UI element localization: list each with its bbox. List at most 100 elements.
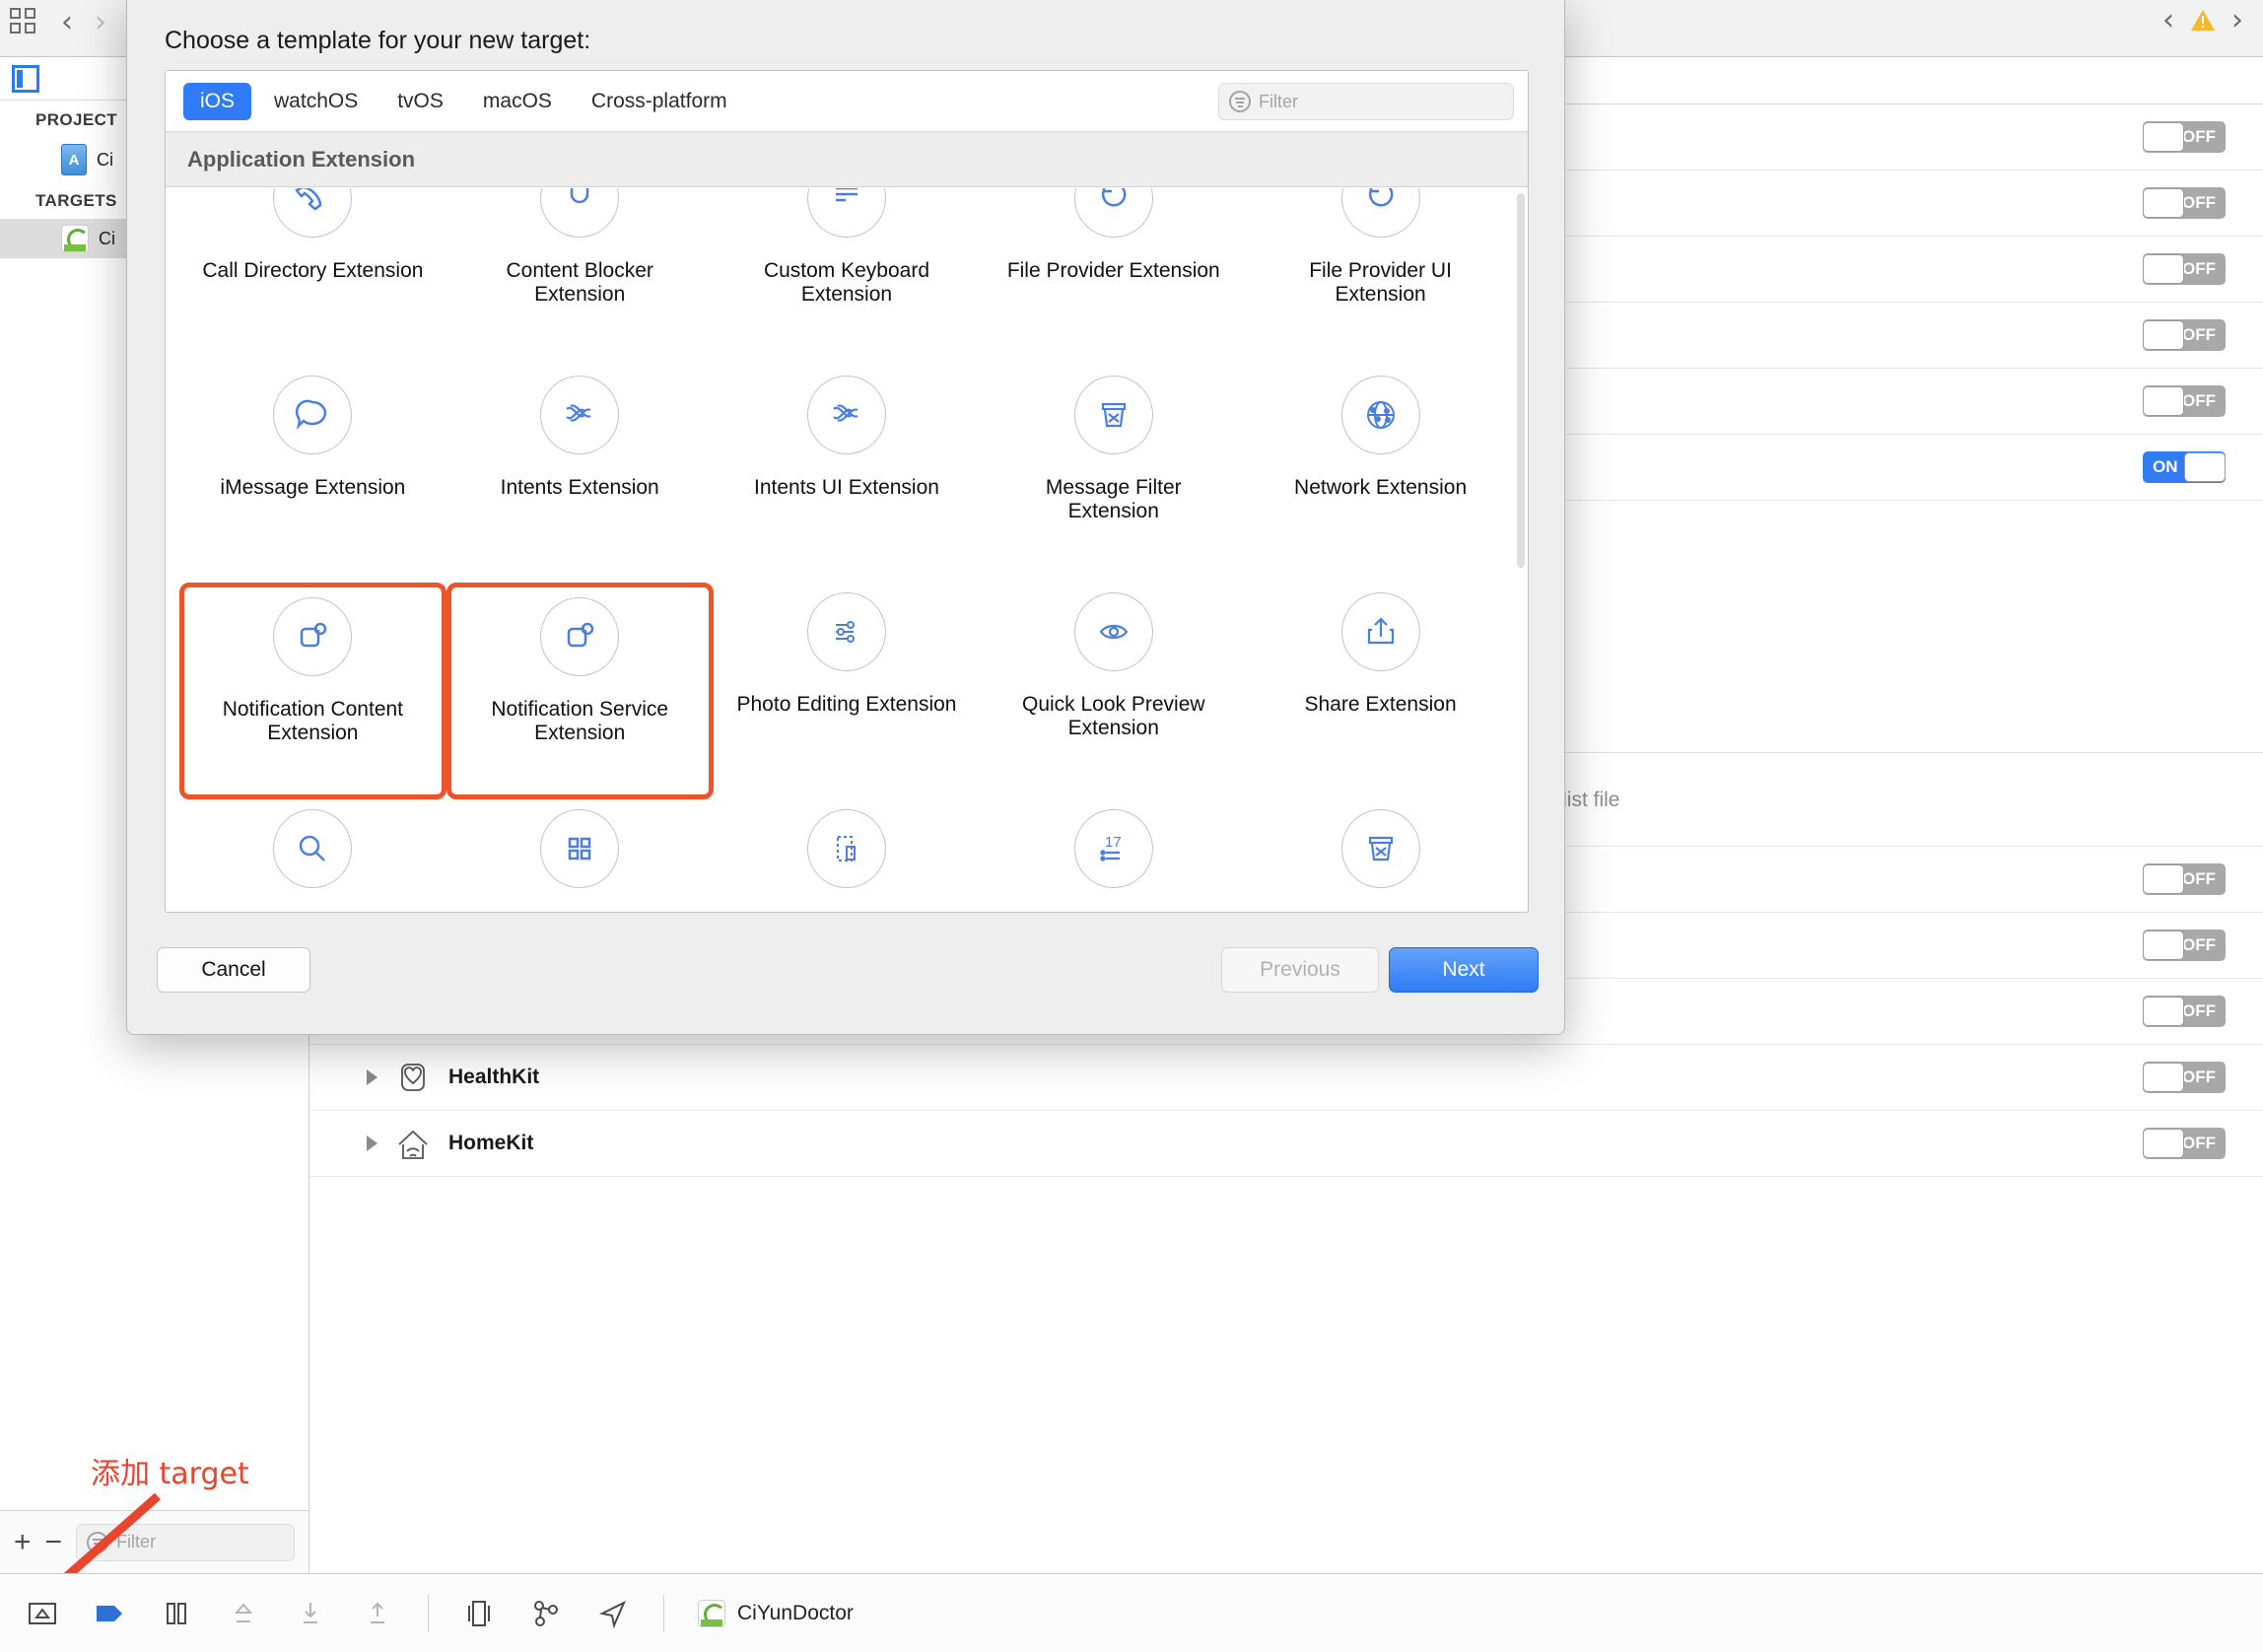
step-into-icon[interactable] [294, 1597, 327, 1630]
template-spotlight-index[interactable]: Spotlight Index Extension [179, 799, 446, 912]
capability-toggle[interactable]: OFF [2143, 253, 2226, 285]
notification-badge-icon [273, 597, 353, 676]
table-row[interactable]: HealthKit OFF [309, 1045, 2263, 1111]
template-scrollbar[interactable] [1517, 193, 1525, 568]
template-label: Sticker Pack Extension [474, 910, 686, 912]
tab-macos[interactable]: macOS [466, 83, 569, 120]
shield-icon [540, 188, 620, 238]
template-notification-content[interactable]: Notification Content Extension [179, 583, 446, 799]
forward-chevron-icon[interactable]: › [95, 8, 106, 37]
previous-button[interactable]: Previous [1221, 947, 1379, 993]
capability-toggle[interactable]: OFF [2143, 863, 2226, 895]
template-filter-placeholder: Filter [1259, 91, 1298, 111]
capability-toggle[interactable]: ON [2143, 451, 2226, 483]
message-filter-icon [1073, 376, 1153, 454]
tab-ios[interactable]: iOS [183, 82, 252, 120]
sheet-title: Choose a template for your new target: [165, 27, 591, 54]
template-label: Share Extension [1304, 693, 1457, 716]
app-icon [698, 1599, 725, 1627]
template-unwanted-communication[interactable]: Unwanted Communication [1247, 799, 1514, 912]
template-intents-ui[interactable]: Intents UI Extension [714, 366, 981, 583]
project-file-icon [61, 144, 87, 175]
step-over-icon[interactable] [227, 1597, 260, 1630]
view-debug-icon[interactable] [462, 1597, 496, 1630]
back-chevron-icon[interactable]: ‹ [61, 8, 73, 37]
target-app-icon [61, 225, 89, 252]
debug-process-indicator[interactable]: CiYunDoctor [698, 1599, 854, 1627]
divider [663, 1594, 664, 1632]
issue-next-chevron-icon[interactable]: › [2231, 6, 2243, 35]
platform-tabs: iOS watchOS tvOS macOS Cross-platform Fi… [166, 71, 1528, 132]
template-sticker-pack[interactable]: Sticker Pack Extension [446, 799, 714, 912]
template-grid: Call Directory Extension Content Blocker… [166, 188, 1528, 912]
app-name-label: CiYunDoctor [737, 1601, 854, 1624]
tab-cross-platform[interactable]: Cross-platform [575, 83, 744, 120]
template-label: iMessage Extension [220, 476, 406, 499]
message-filter-icon [1340, 809, 1420, 888]
template-imessage[interactable]: iMessage Extension [179, 366, 446, 583]
capability-toggle[interactable]: OFF [2143, 1062, 2226, 1093]
template-label: Content Blocker Extension [506, 259, 653, 307]
toolbar-right-group: ‹ › [2162, 6, 2243, 35]
disclosure-triangle-icon[interactable] [367, 1069, 377, 1085]
template-label: Network Extension [1294, 476, 1468, 499]
template-filter-input[interactable]: Filter [1218, 83, 1514, 120]
warning-triangle-icon[interactable] [2190, 9, 2216, 33]
template-notification-service[interactable]: Notification Service Extension [446, 583, 714, 799]
capability-toggle[interactable]: OFF [2143, 319, 2226, 351]
template-file-provider[interactable]: File Provider Extension [980, 188, 1247, 366]
capability-toggle[interactable]: OFF [2143, 996, 2226, 1027]
location-icon[interactable] [596, 1597, 630, 1630]
navigator-panel-icon[interactable] [12, 64, 39, 93]
capability-toggle[interactable]: OFF [2143, 187, 2226, 219]
tab-tvos[interactable]: tvOS [380, 83, 460, 120]
keyboard-icon [806, 188, 886, 238]
pause-icon[interactable] [160, 1597, 193, 1630]
template-file-provider-ui[interactable]: File Provider UI Extension [1247, 188, 1514, 366]
capability-toggle[interactable]: OFF [2143, 121, 2226, 153]
template-photo-editing[interactable]: Photo Editing Extension [714, 583, 981, 799]
template-label: Today Extension [1038, 910, 1190, 912]
template-group-header: Application Extension [166, 132, 1528, 187]
sidebar-target-label: Ci [99, 228, 115, 248]
template-content-blocker[interactable]: Content Blocker Extension [446, 188, 714, 366]
issue-prev-chevron-icon[interactable]: ‹ [2162, 6, 2174, 35]
template-call-directory[interactable]: Call Directory Extension [179, 188, 446, 366]
cancel-button[interactable]: Cancel [157, 947, 310, 993]
play-pointer-icon[interactable] [93, 1597, 126, 1630]
intents-waves-icon [806, 376, 886, 454]
grid-icon[interactable] [10, 8, 39, 37]
refresh-icon [1073, 188, 1153, 238]
template-intents[interactable]: Intents Extension [446, 366, 714, 583]
divider [428, 1594, 429, 1632]
next-button[interactable]: Next [1389, 947, 1539, 993]
template-custom-keyboard[interactable]: Custom Keyboard Extension [714, 188, 981, 366]
table-row[interactable]: HomeKit OFF [309, 1111, 2263, 1177]
sheet-footer: Cancel Previous Next [127, 918, 1564, 1034]
capability-label: HealthKit [448, 1066, 540, 1088]
template-quick-look-preview[interactable]: Quick Look Preview Extension [980, 583, 1247, 799]
step-out-icon[interactable] [361, 1597, 394, 1630]
capability-toggle[interactable]: OFF [2143, 385, 2226, 417]
template-label: File Provider UI Extension [1309, 259, 1452, 307]
four-squares-icon [540, 809, 620, 888]
template-label: Spotlight Index Extension [199, 910, 426, 912]
memory-graph-icon[interactable] [529, 1597, 563, 1630]
template-today[interactable]: 17 Today Extension [980, 799, 1247, 912]
template-chooser-body: iOS watchOS tvOS macOS Cross-platform Fi… [165, 70, 1529, 913]
calendar-17-icon: 17 [1073, 809, 1153, 888]
tab-watchos[interactable]: watchOS [257, 83, 375, 120]
console-toggle-icon[interactable] [26, 1597, 59, 1630]
capability-toggle[interactable]: OFF [2143, 929, 2226, 961]
capability-label: HomeKit [448, 1132, 534, 1154]
template-message-filter[interactable]: Message Filter Extension [980, 366, 1247, 583]
template-share[interactable]: Share Extension [1247, 583, 1514, 799]
template-network[interactable]: Network Extension [1247, 366, 1514, 583]
template-thumbnail[interactable]: Thumbnail Extension [714, 799, 981, 912]
template-label: Unwanted Communication [1268, 910, 1494, 912]
phone-icon [273, 188, 353, 238]
template-scroll-area[interactable]: Call Directory Extension Content Blocker… [166, 188, 1528, 912]
capability-toggle[interactable]: OFF [2143, 1128, 2226, 1159]
disclosure-triangle-icon[interactable] [367, 1136, 377, 1151]
template-label: Intents Extension [500, 476, 659, 499]
